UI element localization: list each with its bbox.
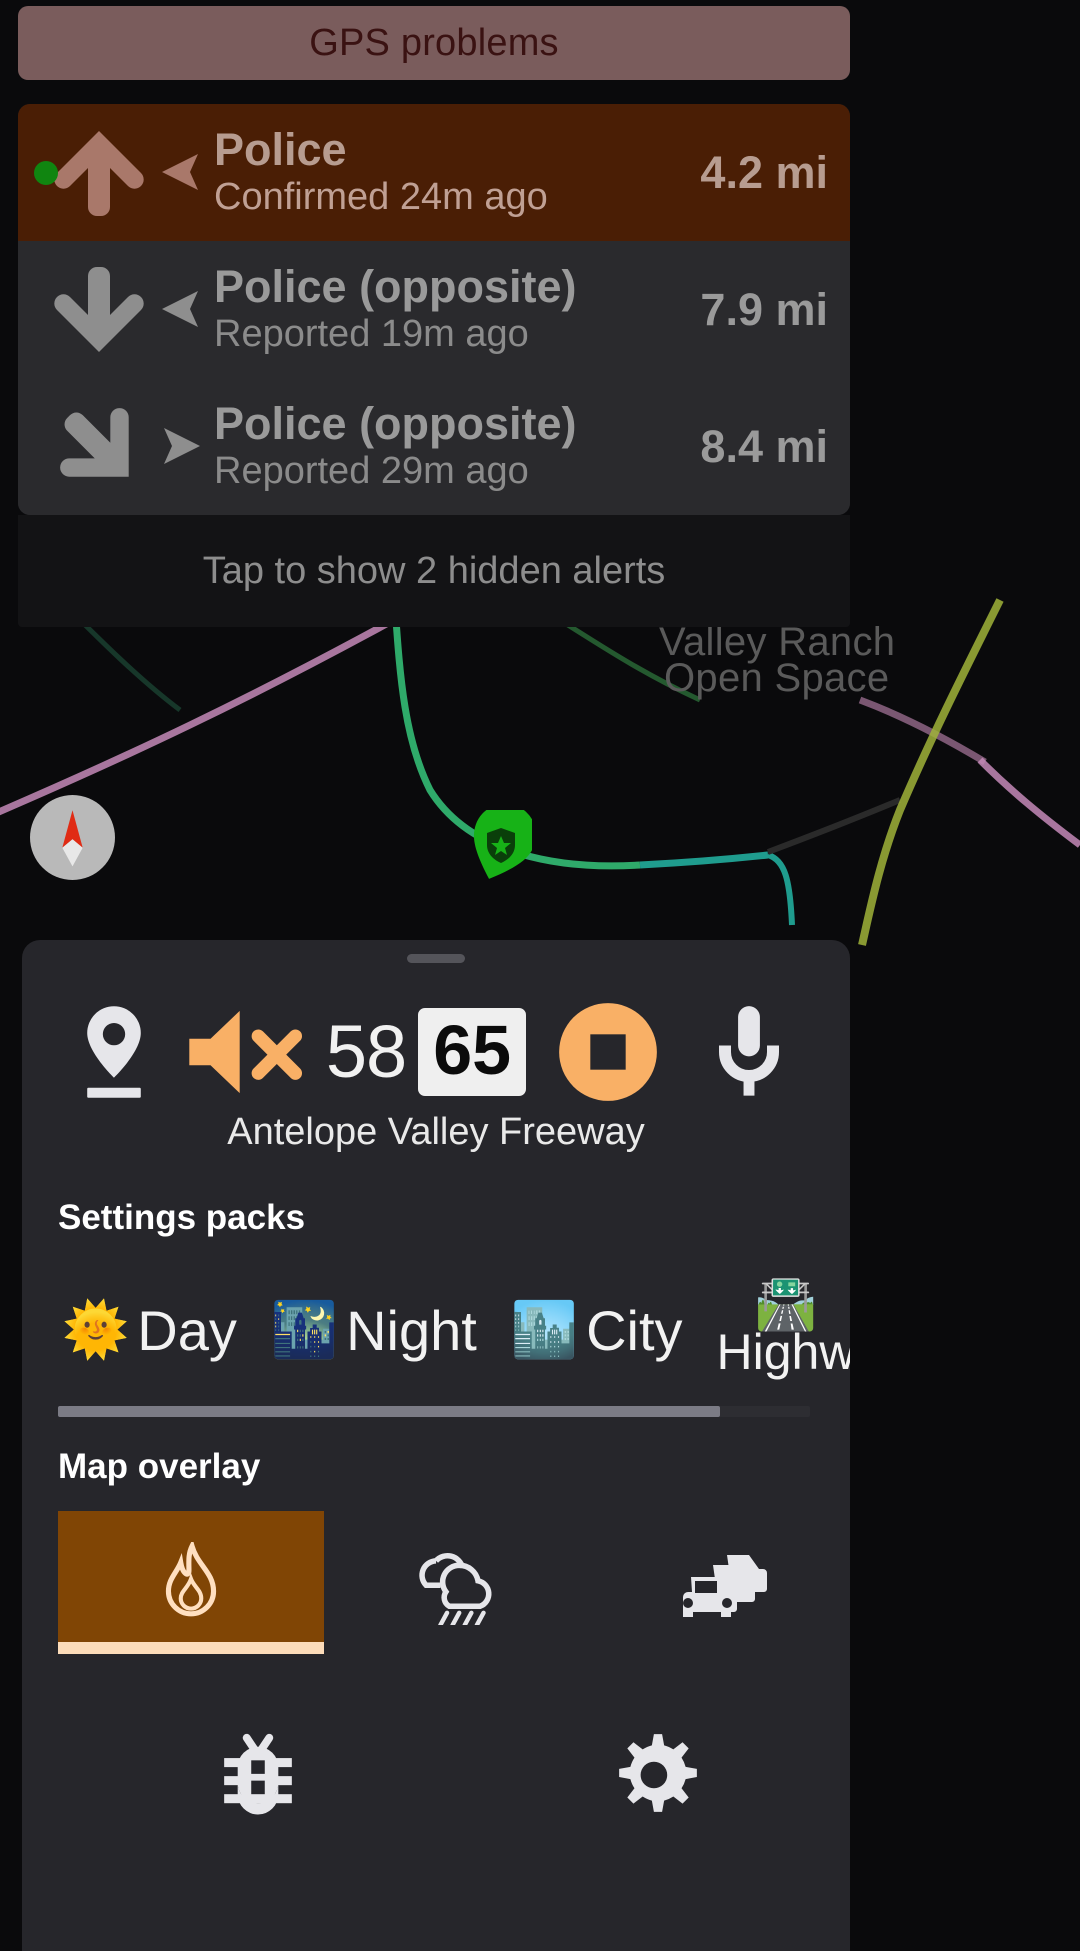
alert-distance: 7.9 mi [700, 283, 828, 335]
compass-needle-glyph [62, 810, 83, 867]
location-pin-icon[interactable] [58, 1004, 170, 1100]
location-pin-glyph [87, 1006, 141, 1098]
triangle-left-glyph [162, 290, 198, 327]
hidden-alerts-label: Tap to show 2 hidden alerts [202, 549, 666, 592]
settings-packs-row[interactable]: 🌞 Day 🌃 Night 🏙️ City 🛣️ Highw [22, 1276, 850, 1384]
settings-pack-label: City [586, 1298, 683, 1362]
volume-muted-glyph [189, 1010, 303, 1094]
map-overlay-traffic-button[interactable] [590, 1511, 850, 1654]
arrow-up-icon [44, 123, 154, 223]
stop-recording-icon [559, 1003, 657, 1101]
arrow-down-right-icon [44, 397, 154, 497]
settings-pack-day[interactable]: 🌞 Day [62, 1298, 237, 1363]
arrow-down-icon [44, 260, 154, 360]
settings-pack-night[interactable]: 🌃 Night [271, 1298, 477, 1363]
alert-row[interactable]: Police Confirmed 24m ago 4.2 mi [18, 104, 850, 241]
map-overlay-selected-indicator [58, 1642, 324, 1654]
stop-recording-button[interactable] [532, 1000, 684, 1104]
alert-text-block: Police Confirmed 24m ago [214, 126, 686, 219]
hidden-alerts-button[interactable]: Tap to show 2 hidden alerts [18, 515, 850, 627]
triangle-right-icon [154, 422, 208, 472]
speed-display: 58 65 [320, 1007, 532, 1097]
arrow-down-right-glyph [60, 407, 129, 477]
alert-text-block: Police (opposite) Reported 29m ago [214, 400, 686, 493]
settings-pack-highway[interactable]: 🛣️ Highw [717, 1279, 850, 1381]
triangle-right-glyph [164, 427, 200, 464]
microphone-icon[interactable] [684, 1004, 814, 1100]
settings-packs-scrollbar[interactable] [58, 1406, 810, 1417]
gps-problems-banner[interactable]: GPS problems [18, 6, 850, 80]
settings-pack-label: Night [346, 1298, 477, 1362]
scrollbar-thumb[interactable] [58, 1406, 720, 1417]
alert-title: Police [214, 123, 347, 175]
alert-subtitle: Reported 29m ago [214, 449, 529, 492]
alert-text-block: Police (opposite) Reported 19m ago [214, 263, 686, 356]
night-city-emoji: 🌃 [270, 1300, 339, 1360]
alert-status-dot [34, 160, 58, 185]
settings-pack-city[interactable]: 🏙️ City [511, 1298, 683, 1363]
alert-title: Police (opposite) [214, 397, 577, 449]
alert-distance: 4.2 mi [700, 146, 828, 198]
alert-list: Police Confirmed 24m ago 4.2 mi Police (… [18, 104, 850, 515]
alert-row[interactable]: Police (opposite) Reported 19m ago 7.9 m… [18, 241, 850, 378]
sun-emoji: 🌞 [62, 1300, 130, 1360]
highway-emoji: 🛣️ [754, 1276, 818, 1332]
alert-title: Police (opposite) [214, 260, 577, 312]
arrow-up-glyph [54, 130, 144, 216]
map-overlay-fire-button[interactable] [58, 1511, 324, 1654]
settings-pack-label: Day [137, 1298, 237, 1362]
arrow-down-glyph [54, 266, 144, 352]
map-label: Open Space [664, 656, 890, 700]
current-speed-value: 58 [325, 1010, 407, 1094]
cityscape-emoji: 🏙️ [510, 1300, 579, 1360]
triangle-left-icon [154, 148, 208, 198]
alert-subtitle: Reported 19m ago [214, 312, 529, 355]
speed-limit-sign: 65 [418, 1007, 527, 1097]
fire-icon [165, 1541, 217, 1616]
rain-cloud-icon [419, 1552, 492, 1625]
alert-subtitle: Confirmed 24m ago [214, 175, 548, 218]
settings-packs-title: Settings packs [58, 1198, 306, 1237]
status-control-row: 58 65 [22, 981, 850, 1123]
triangle-left-icon [154, 285, 208, 335]
traffic-jam-icon [683, 1554, 767, 1617]
settings-pack-label: Highw [716, 1324, 850, 1380]
map-overlay-row [22, 1511, 850, 1654]
microphone-glyph [719, 1006, 779, 1096]
sheet-drag-handle[interactable] [407, 954, 465, 963]
sheet-footer-row [22, 1730, 850, 1820]
map-overlay-title: Map overlay [58, 1447, 261, 1486]
triangle-left-glyph [162, 153, 198, 190]
gps-problems-label: GPS problems [309, 21, 559, 64]
volume-muted-icon[interactable] [170, 1004, 320, 1100]
compass-needle-icon[interactable] [30, 795, 115, 880]
park-shield-pin-glyph [473, 803, 537, 879]
alert-stack: GPS problems Police Confirmed 24m ago 4.… [18, 6, 850, 627]
map-overlay-rain-button[interactable] [324, 1511, 590, 1654]
alert-row[interactable]: Police (opposite) Reported 29m ago 8.4 m… [18, 378, 850, 515]
bug-icon [224, 1733, 292, 1815]
road-name-label: Antelope Valley Freeway [227, 1111, 645, 1153]
park-shield-pin-icon[interactable] [470, 803, 537, 882]
settings-button[interactable] [458, 1730, 850, 1820]
gear-icon [619, 1734, 697, 1812]
alert-distance: 8.4 mi [700, 420, 828, 472]
report-bug-button[interactable] [58, 1730, 458, 1820]
bottom-sheet: 58 65 Antelope Valley Freeway Settings p… [22, 940, 850, 1951]
